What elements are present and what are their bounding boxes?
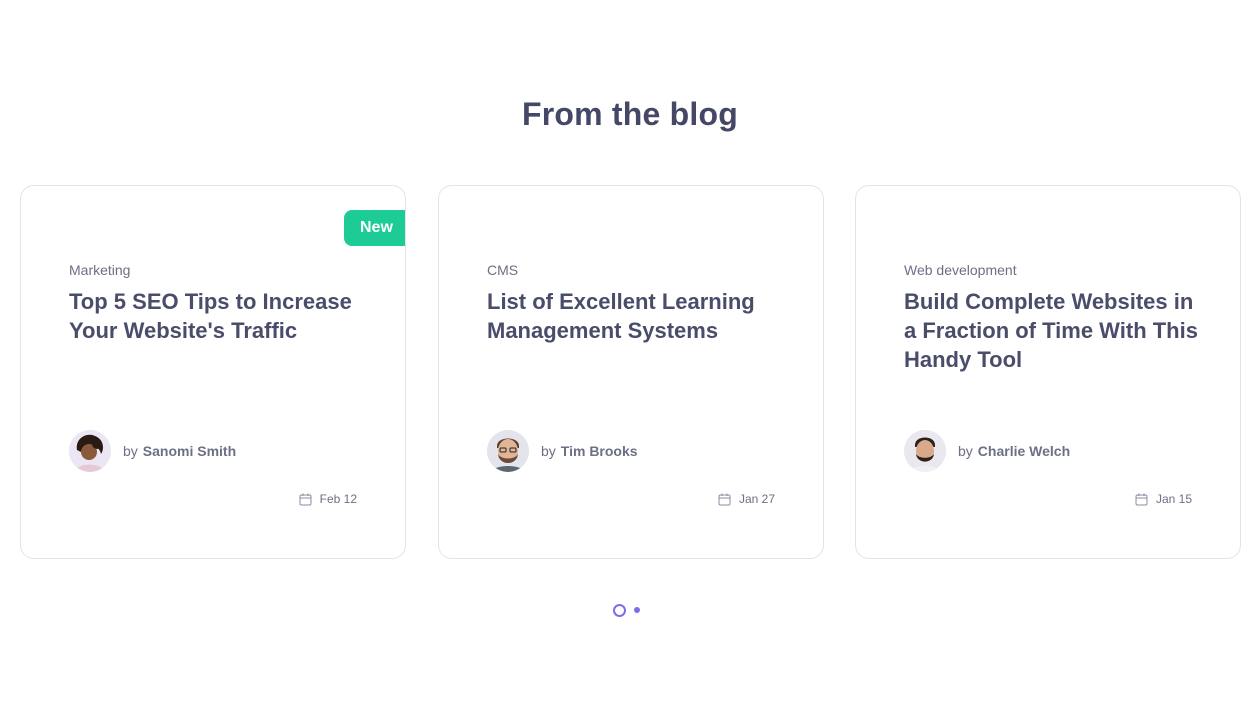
post-title[interactable]: List of Excellent Learning Management Sy… — [487, 287, 787, 345]
author-avatar — [487, 430, 529, 472]
carousel-pagination — [613, 603, 640, 617]
blog-cards: New Marketing Top 5 SEO Tips to Increase… — [20, 185, 1241, 559]
post-date-text: Jan 15 — [1155, 492, 1192, 506]
post-date-text: Feb 12 — [319, 492, 357, 506]
blog-card[interactable]: CMS List of Excellent Learning Managemen… — [438, 185, 824, 559]
author-avatar — [69, 430, 111, 472]
author-prefix: by — [541, 443, 556, 459]
post-title[interactable]: Top 5 SEO Tips to Increase Your Website'… — [69, 287, 369, 345]
post-category[interactable]: Web development — [904, 262, 1017, 278]
post-category[interactable]: CMS — [487, 262, 518, 278]
post-author: by Charlie Welch — [904, 430, 1070, 472]
post-title[interactable]: Build Complete Websites in a Fraction of… — [904, 287, 1204, 374]
author-avatar — [904, 430, 946, 472]
post-date: Jan 15 — [1135, 492, 1192, 506]
post-date: Jan 27 — [718, 492, 775, 506]
calendar-icon — [1135, 493, 1148, 505]
post-date: Feb 12 — [299, 492, 357, 506]
carousel-dot[interactable] — [634, 607, 640, 613]
carousel-dot-active[interactable] — [613, 603, 626, 617]
post-author: by Tim Brooks — [487, 430, 638, 472]
author-name[interactable]: Tim Brooks — [561, 443, 638, 459]
post-date-text: Jan 27 — [738, 492, 775, 506]
calendar-icon — [718, 493, 731, 505]
blog-card[interactable]: New Marketing Top 5 SEO Tips to Increase… — [20, 185, 406, 559]
new-badge: New — [344, 210, 405, 246]
author-name[interactable]: Charlie Welch — [978, 443, 1070, 459]
calendar-icon — [299, 493, 312, 505]
author-prefix: by — [123, 443, 138, 459]
section-title: From the blog — [522, 96, 738, 132]
author-name[interactable]: Sanomi Smith — [143, 443, 236, 459]
post-author: by Sanomi Smith — [69, 430, 236, 472]
blog-card[interactable]: Web development Build Complete Websites … — [855, 185, 1241, 559]
post-category[interactable]: Marketing — [69, 262, 130, 278]
author-prefix: by — [958, 443, 973, 459]
